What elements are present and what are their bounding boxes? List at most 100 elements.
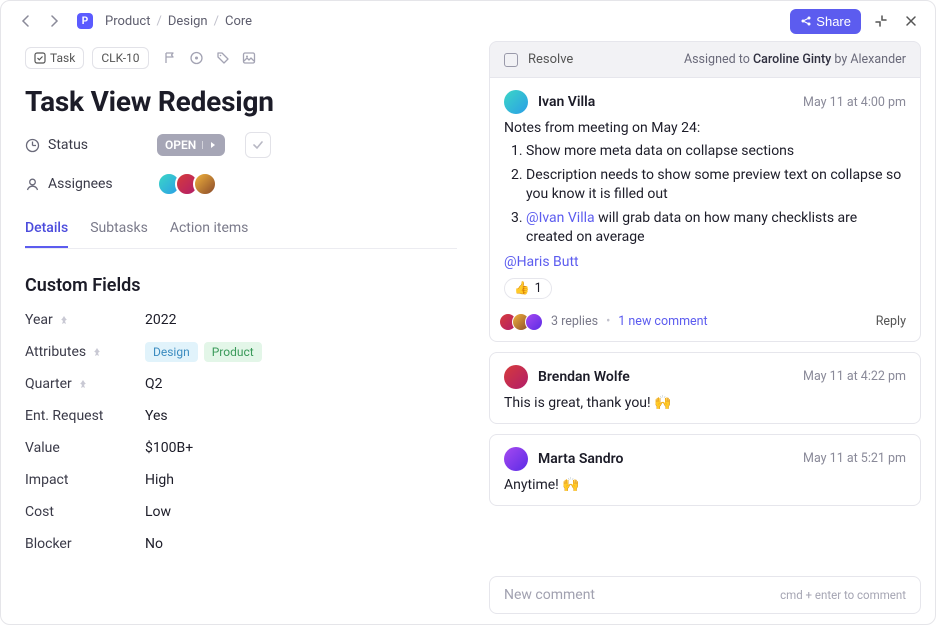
field-label: Ent. Request	[25, 408, 145, 424]
pin-icon[interactable]	[59, 315, 69, 325]
breadcrumb-separator: /	[156, 14, 161, 29]
custom-field-row: Value$100B+	[25, 440, 457, 456]
field-value[interactable]: Low	[145, 504, 171, 520]
pin-icon[interactable]	[78, 379, 88, 389]
composer-placeholder: New comment	[504, 587, 595, 603]
image-icon[interactable]	[242, 51, 256, 65]
avatar[interactable]	[193, 172, 217, 196]
avatar	[525, 313, 543, 331]
task-type-label: Task	[50, 51, 75, 65]
resolve-checkbox[interactable]	[504, 53, 518, 67]
field-label: Cost	[25, 504, 145, 520]
thread-body: Ivan Villa May 11 at 4:00 pm Notes from …	[489, 78, 921, 342]
mention[interactable]: @Ivan Villa	[526, 210, 595, 226]
share-button-label: Share	[816, 14, 851, 29]
comment-composer[interactable]: New comment cmd + enter to comment	[489, 576, 921, 614]
nav-forward-button[interactable]	[43, 10, 65, 32]
comment-time: May 11 at 4:00 pm	[803, 95, 906, 110]
composer-hint: cmd + enter to comment	[780, 588, 906, 602]
field-label: Year	[25, 312, 145, 328]
flag-icon[interactable]	[163, 51, 177, 65]
assigned-info: Assigned to Caroline Ginty by Alexander	[684, 52, 906, 67]
tab-subtasks[interactable]: Subtasks	[90, 210, 148, 248]
reaction-count: 1	[535, 281, 542, 296]
share-button[interactable]: Share	[790, 9, 861, 34]
breadcrumb-item[interactable]: Core	[225, 14, 252, 29]
tabs: Details Subtasks Action items	[25, 210, 457, 249]
note-item: @Ivan Villa will grab data on how many c…	[526, 209, 906, 248]
field-value[interactable]: High	[145, 472, 174, 488]
field-value[interactable]: 2022	[145, 312, 176, 328]
comment-notes-list: Show more meta data on collapse sections…	[504, 142, 906, 248]
tag[interactable]: Design	[145, 342, 198, 362]
custom-field-row: CostLow	[25, 504, 457, 520]
mention[interactable]: @Haris Butt	[504, 254, 579, 270]
status-label: Status	[25, 137, 145, 153]
breadcrumb-item[interactable]: Design	[168, 14, 208, 29]
thread-header: Resolve Assigned to Caroline Ginty by Al…	[489, 41, 921, 78]
comment-time: May 11 at 5:21 pm	[803, 451, 906, 466]
field-label: Attributes	[25, 344, 145, 360]
field-label: Blocker	[25, 536, 145, 552]
reply-button[interactable]: Reply	[876, 314, 906, 329]
reply-card: Marta Sandro May 11 at 5:21 pm Anytime! 🙌	[489, 434, 921, 506]
page-title: Task View Redesign	[25, 85, 457, 118]
custom-field-row: ImpactHigh	[25, 472, 457, 488]
task-id-label: CLK-10	[101, 51, 139, 65]
pin-icon[interactable]	[92, 347, 102, 357]
breadcrumb: Product / Design / Core	[105, 14, 784, 29]
field-value[interactable]: No	[145, 536, 163, 552]
collapse-icon[interactable]	[871, 11, 891, 31]
field-value[interactable]: Design Product	[145, 344, 268, 360]
comment-body: This is great, thank you! 🙌	[504, 395, 906, 411]
tab-action-items[interactable]: Action items	[170, 210, 249, 248]
caret-right-icon	[202, 141, 217, 149]
close-icon[interactable]	[901, 11, 921, 31]
custom-field-row: BlockerNo	[25, 536, 457, 552]
custom-field-row: QuarterQ2	[25, 376, 457, 392]
breadcrumb-separator: /	[214, 14, 219, 29]
comment-time: May 11 at 4:22 pm	[803, 369, 906, 384]
breadcrumb-item[interactable]: Product	[105, 14, 150, 29]
field-value[interactable]: Q2	[145, 376, 163, 392]
task-id-chip[interactable]: CLK-10	[92, 47, 148, 69]
comment-body: Anytime! 🙌	[504, 477, 906, 493]
comment-author: Ivan Villa	[538, 94, 595, 110]
new-comment-indicator[interactable]: 1 new comment	[618, 314, 707, 329]
note-item: Description needs to show some preview t…	[526, 166, 906, 205]
status-value: OPEN	[165, 138, 196, 152]
complete-checkbox[interactable]	[245, 132, 271, 158]
resolve-label[interactable]: Resolve	[528, 52, 573, 67]
comment-intro: Notes from meeting on May 24:	[504, 120, 906, 136]
avatar	[504, 90, 528, 114]
note-item: Show more meta data on collapse sections	[526, 142, 906, 162]
replies-count[interactable]: 3 replies	[551, 314, 598, 329]
tag-icon[interactable]	[216, 51, 230, 65]
avatar	[504, 447, 528, 471]
field-label: Quarter	[25, 376, 145, 392]
reaction-emoji: 👍	[514, 281, 530, 296]
field-label: Value	[25, 440, 145, 456]
comment-author: Marta Sandro	[538, 451, 623, 467]
tab-details[interactable]: Details	[25, 210, 68, 248]
custom-field-row: Year2022	[25, 312, 457, 328]
space-icon: P	[77, 13, 93, 29]
nav-back-button[interactable]	[15, 10, 37, 32]
comment-author: Brendan Wolfe	[538, 369, 630, 385]
assignees-label: Assignees	[25, 176, 145, 192]
assignees-avatars[interactable]	[157, 172, 217, 196]
status-dropdown[interactable]: OPEN	[157, 134, 225, 156]
avatar	[504, 365, 528, 389]
custom-field-row: AttributesDesign Product	[25, 344, 457, 360]
field-value[interactable]: Yes	[145, 408, 168, 424]
task-type-chip[interactable]: Task	[25, 47, 84, 69]
tag[interactable]: Product	[204, 342, 262, 362]
field-value[interactable]: $100B+	[145, 440, 193, 456]
custom-fields-heading: Custom Fields	[25, 275, 457, 296]
reply-avatars	[504, 313, 543, 331]
field-label: Impact	[25, 472, 145, 488]
eye-icon[interactable]	[189, 51, 204, 65]
reply-card: Brendan Wolfe May 11 at 4:22 pm This is gr…	[489, 352, 921, 424]
custom-field-row: Ent. RequestYes	[25, 408, 457, 424]
reaction-button[interactable]: 👍 1	[504, 278, 552, 299]
